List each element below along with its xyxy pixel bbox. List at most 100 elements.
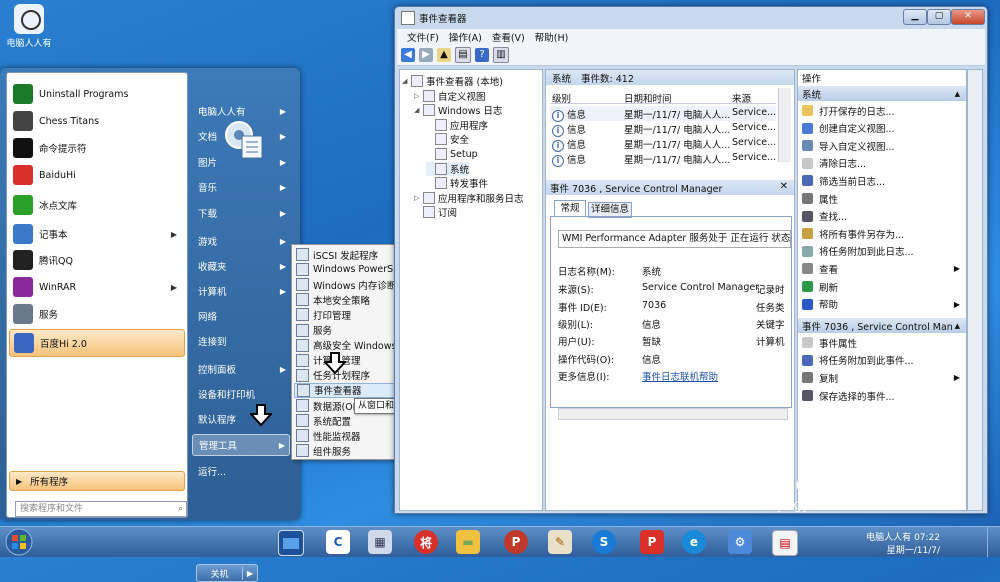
start-orb-icon[interactable]	[2, 527, 36, 557]
action-item[interactable]: 查找...	[802, 209, 964, 224]
tree-node[interactable]: 应用程序	[426, 118, 488, 132]
tree-node[interactable]: 订阅	[414, 205, 457, 219]
maximize-button[interactable]: ▢	[927, 9, 951, 25]
start-item[interactable]: Chess Titans	[9, 108, 183, 134]
folder-icon[interactable]: ▬	[456, 530, 480, 554]
start-item[interactable]: 腾讯QQ	[9, 247, 183, 273]
collapse-icon[interactable]: ▲	[955, 322, 960, 330]
menu-item[interactable]: 操作(A)	[449, 30, 482, 44]
column-header[interactable]: 级别	[552, 91, 571, 105]
start-right-item[interactable]: 管理工具 ▶	[192, 434, 290, 456]
action-item[interactable]: 复制 ▶	[802, 370, 964, 385]
action-item[interactable]: 属性	[802, 191, 964, 206]
clock[interactable]: 电脑人人有 07:22 星期一/11/7/	[866, 530, 940, 556]
table-row[interactable]: i 信息 星期一/11/7/ 电脑人人... Service...	[550, 151, 776, 167]
event-viewer-task-icon[interactable]: ▤	[772, 530, 798, 556]
start-right-item[interactable]: 图片 ▶	[192, 151, 290, 173]
start-right-item[interactable]: 控制面板 ▶	[192, 358, 290, 380]
action-item[interactable]: 查看 ▶	[802, 261, 964, 276]
paint-icon[interactable]: ✎	[548, 530, 572, 554]
close-button[interactable]: ✕	[951, 9, 985, 25]
start-item[interactable]: 命令提示符	[9, 135, 183, 161]
actions-scrollbar[interactable]	[967, 69, 983, 511]
start-item[interactable]: 记事本 ▶	[9, 221, 183, 247]
minimize-button[interactable]: ▁	[903, 9, 927, 25]
tree-node[interactable]: 安全	[426, 132, 469, 146]
tree-node[interactable]: 转发事件	[426, 176, 488, 190]
action-item[interactable]: 刷新	[802, 279, 964, 294]
start-right-item[interactable]: 音乐 ▶	[192, 176, 290, 198]
column-header[interactable]: 来源	[732, 91, 751, 105]
sogou-icon[interactable]: S	[592, 530, 616, 554]
start-item[interactable]: 百度Hi 2.0	[9, 329, 185, 357]
start-right-item[interactable]: 设备和打印机	[192, 383, 290, 405]
actions-section-header[interactable]: 系统 ▲	[798, 86, 966, 101]
start-right-item[interactable]: 下载 ▶	[192, 202, 290, 224]
action-item[interactable]: 导入自定义视图...	[802, 138, 964, 153]
help-icon[interactable]: ?	[475, 48, 489, 62]
chess-game-icon[interactable]: 将	[414, 530, 438, 554]
action-item[interactable]: 将任务附加到此事件...	[802, 353, 964, 368]
start-item[interactable]: 服务	[9, 301, 183, 327]
tree-node[interactable]: Setup	[426, 147, 478, 161]
detail-scrollbar[interactable]	[558, 408, 788, 420]
menu-item[interactable]: 查看(V)	[492, 30, 525, 44]
start-right-item[interactable]: 文档 ▶	[192, 125, 290, 147]
tree-node[interactable]: ▷ 自定义视图	[414, 89, 486, 103]
pdf-icon[interactable]: P	[640, 530, 664, 554]
table-row[interactable]: i 信息 星期一/11/7/ 电脑人人... Service...	[550, 136, 776, 152]
start-right-item[interactable]: 运行...	[192, 460, 290, 482]
up-folder-icon[interactable]: ▲	[437, 48, 451, 62]
expand-icon[interactable]: ◢	[414, 106, 422, 114]
expand-icon[interactable]: ▷	[414, 194, 422, 202]
action-item[interactable]: 将任务附加到此日志...	[802, 244, 964, 259]
start-right-item[interactable]: 连接到	[192, 330, 290, 352]
table-row[interactable]: i 信息 星期一/11/7/ 电脑人人... Service...	[550, 106, 776, 122]
start-right-item[interactable]: 默认程序	[192, 408, 290, 430]
tree-node[interactable]: 系统	[426, 161, 470, 176]
browser-c-icon[interactable]: C	[326, 530, 350, 554]
tree-node[interactable]: ▷ 应用程序和服务日志	[414, 191, 524, 205]
start-right-item[interactable]: 收藏夹 ▶	[192, 255, 290, 277]
control-panel-icon[interactable]: ▦	[368, 530, 392, 554]
pptv-icon[interactable]: P	[504, 530, 528, 554]
forward-icon[interactable]: ▶	[419, 48, 433, 62]
shutdown-arrow-icon[interactable]: ▶	[243, 569, 257, 578]
start-right-item[interactable]: 网络	[192, 305, 290, 327]
action-item[interactable]: 打开保存的日志...	[802, 103, 964, 118]
desktop-icon[interactable]: 电脑人人有	[4, 4, 54, 49]
search-input[interactable]: 搜索程序和文件 ⌕	[15, 501, 187, 517]
back-icon[interactable]: ◀	[401, 48, 415, 62]
ie-icon[interactable]: e	[682, 530, 706, 554]
show-hide-actions-icon[interactable]: ▥	[493, 47, 509, 63]
collapse-icon[interactable]: ▲	[955, 90, 960, 98]
show-desktop-button[interactable]	[987, 527, 1000, 557]
action-item[interactable]: 创建自定义视图...	[802, 121, 964, 136]
tab-general[interactable]: 常规	[554, 200, 586, 217]
start-right-item[interactable]: 电脑人人有 ▶	[192, 100, 290, 122]
list-scrollbar[interactable]	[778, 88, 791, 162]
menu-item[interactable]: 帮助(H)	[535, 30, 569, 44]
expand-icon[interactable]: ▷	[414, 92, 422, 100]
action-item[interactable]: 事件属性	[802, 335, 964, 350]
table-row[interactable]: i 信息 星期一/11/7/ 电脑人人... Service...	[550, 121, 776, 137]
help-link[interactable]: 事件日志联机帮助	[642, 369, 718, 383]
window-title-bar[interactable]: 事件查看器	[401, 9, 801, 27]
action-item[interactable]: 帮助 ▶	[802, 297, 964, 312]
show-desktop-app-icon[interactable]	[278, 530, 304, 556]
show-hide-tree-icon[interactable]: ▤	[455, 47, 471, 63]
start-item[interactable]: Uninstall Programs	[9, 81, 183, 107]
action-item[interactable]: 保存选择的事件...	[802, 388, 964, 403]
shutdown-button[interactable]: 关机 ▶	[196, 564, 258, 582]
action-item[interactable]: 清除日志...	[802, 156, 964, 171]
close-icon[interactable]: ✕	[780, 181, 788, 192]
actions-section-header[interactable]: 事件 7036 , Service Control Man... ▲	[798, 318, 966, 334]
expand-icon[interactable]: ◢	[402, 77, 410, 85]
start-item[interactable]: BaiduHi	[9, 162, 183, 188]
tree-node[interactable]: ◢ 事件查看器 (本地)	[402, 74, 503, 88]
column-header[interactable]: 日期和时间	[624, 91, 672, 105]
gear-icon[interactable]: ⚙	[728, 530, 752, 554]
start-item[interactable]: WinRAR ▶	[9, 274, 183, 300]
start-item[interactable]: 冰点文库	[9, 192, 183, 218]
start-right-item[interactable]: 计算机 ▶	[192, 280, 290, 302]
